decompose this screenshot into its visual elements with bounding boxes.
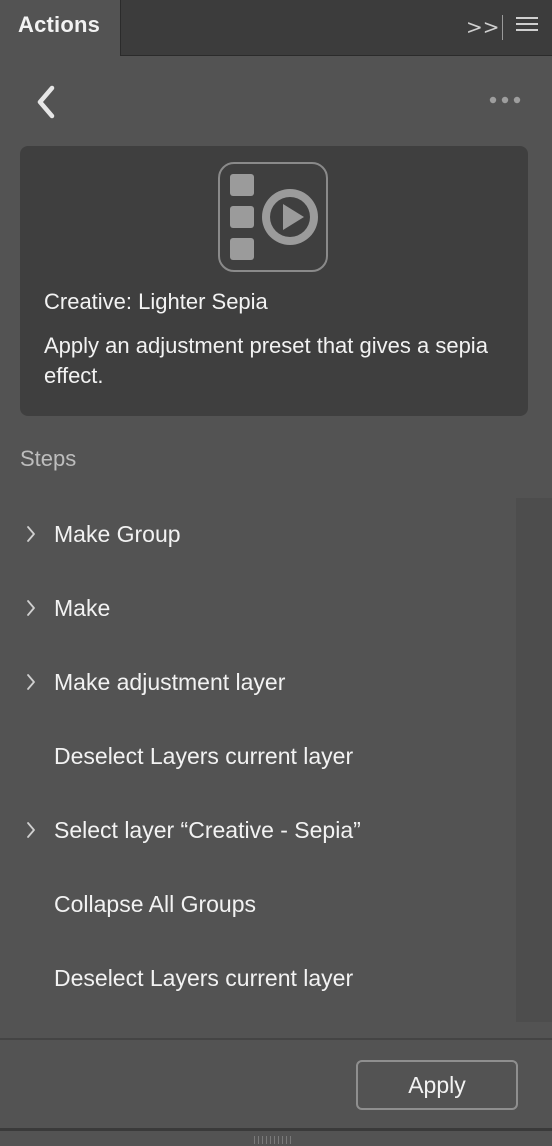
step-item[interactable]: Deselect Layers current layer	[0, 720, 514, 794]
step-label: Deselect Layers current layer	[54, 743, 354, 769]
step-label: Make adjustment layer	[54, 669, 286, 695]
step-item[interactable]: Deselect Layers current layer	[0, 942, 514, 1016]
panel-bottom-edge	[0, 1128, 552, 1131]
step-label: Collapse All Groups	[54, 891, 256, 917]
chevron-right-icon[interactable]	[24, 523, 38, 545]
step-item[interactable]: Select layer “Creative - Sepia”	[0, 794, 514, 868]
ellipsis-icon	[489, 96, 521, 104]
step-label: Make Group	[54, 521, 181, 547]
action-play-icon	[218, 162, 328, 272]
step-label: Select layer “Creative - Sepia”	[54, 817, 361, 843]
more-options-button[interactable]	[486, 88, 524, 112]
footer-divider	[0, 1038, 552, 1040]
action-title: Creative: Lighter Sepia	[44, 289, 268, 314]
step-item[interactable]: Make Group	[0, 498, 514, 572]
panel-menu-icon[interactable]	[516, 17, 538, 37]
panel-tab-bar: Actions >>	[0, 0, 552, 56]
step-item[interactable]: Make	[0, 572, 514, 646]
step-label: Make	[54, 595, 111, 621]
steps-heading: Steps	[20, 446, 77, 471]
back-button[interactable]	[28, 80, 68, 124]
apply-button[interactable]: Apply	[356, 1060, 518, 1110]
actions-panel: Actions >> Creative: Lighter Sepia Apply…	[0, 0, 552, 1146]
step-label: Deselect Layers current layer	[54, 965, 354, 991]
action-info-card: Creative: Lighter Sepia Apply an adjustm…	[20, 146, 528, 416]
step-item[interactable]: Make adjustment layer	[0, 646, 514, 720]
chevron-right-icon[interactable]	[24, 819, 38, 841]
tab-bar-divider	[502, 15, 503, 40]
chevron-right-icon[interactable]	[24, 671, 38, 693]
step-item[interactable]: Collapse All Groups	[0, 868, 514, 942]
action-description: Apply an adjustment preset that gives a …	[44, 333, 488, 388]
tab-actions[interactable]: Actions	[0, 0, 121, 56]
collapse-panel-icon[interactable]: >>	[466, 14, 500, 40]
steps-list: Make Group Make Make adjustment layer De…	[0, 498, 514, 1016]
chevron-right-icon[interactable]	[24, 597, 38, 619]
steps-scrollbar[interactable]	[516, 498, 552, 1022]
tab-actions-label: Actions	[18, 12, 101, 37]
resize-grip-icon[interactable]	[254, 1136, 294, 1144]
chevron-left-icon	[37, 85, 55, 119]
